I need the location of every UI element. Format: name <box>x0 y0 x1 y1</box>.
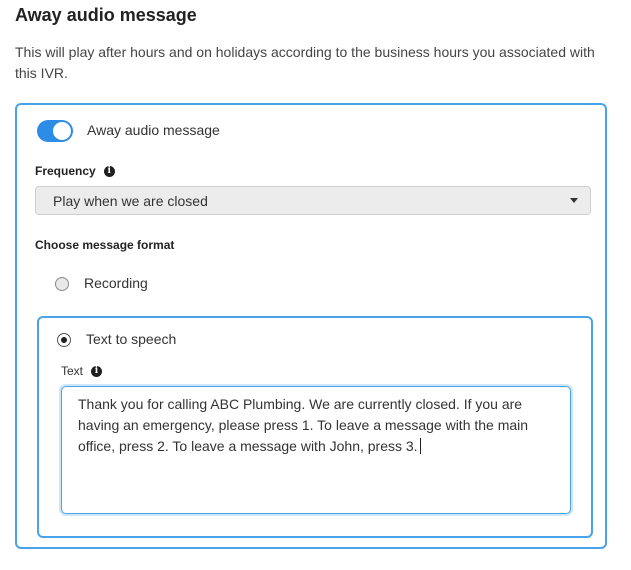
away-audio-toggle[interactable] <box>37 120 73 142</box>
info-icon[interactable]: i <box>103 165 115 177</box>
tts-text-input[interactable]: Thank you for calling ABC Plumbing. We a… <box>61 386 571 514</box>
text-label: Text <box>61 364 84 378</box>
text-caret <box>419 438 421 454</box>
text-to-speech-label[interactable]: Text to speech <box>86 331 176 347</box>
frequency-select[interactable]: Play when we are closed <box>35 186 591 215</box>
recording-label[interactable]: Recording <box>84 275 148 291</box>
text-to-speech-card: Text to speech Text i Thank you for call… <box>37 316 593 538</box>
text-label-row: Text i <box>61 364 103 378</box>
radio-selected-dot <box>60 336 67 343</box>
section-description: This will play after hours and on holida… <box>15 44 595 81</box>
recording-radio[interactable] <box>55 277 69 291</box>
section-title: Away audio message <box>15 5 197 25</box>
message-format-label: Choose message format <box>35 238 175 252</box>
toggle-knob <box>53 122 71 140</box>
tts-text-value: Thank you for calling ABC Plumbing. We a… <box>78 396 529 454</box>
frequency-label: Frequency <box>35 164 96 178</box>
frequency-selected-value: Play when we are closed <box>53 193 208 209</box>
info-icon[interactable]: i <box>91 365 103 377</box>
chevron-down-icon <box>570 198 578 203</box>
away-audio-card: Away audio message Frequency i Play when… <box>15 103 607 549</box>
toggle-label: Away audio message <box>87 122 220 138</box>
text-to-speech-radio[interactable] <box>57 333 71 347</box>
frequency-label-row: Frequency i <box>35 164 115 178</box>
